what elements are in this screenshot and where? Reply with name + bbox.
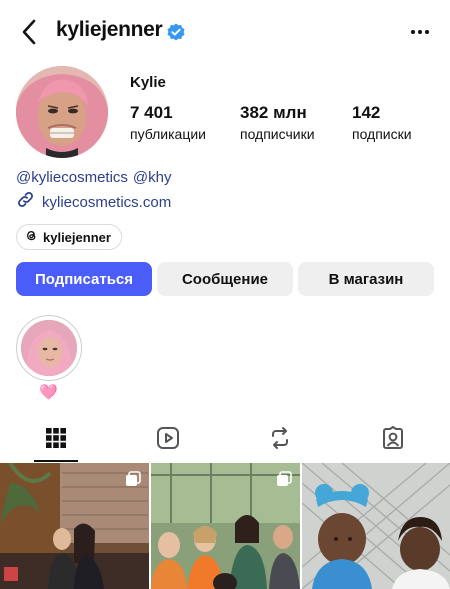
tab-reposts[interactable] (224, 418, 336, 462)
carousel-icon (125, 471, 141, 487)
stat-posts-value: 7 401 (130, 103, 173, 122)
verified-badge-icon (166, 22, 186, 42)
threads-profile-badge[interactable]: kyliejenner (16, 224, 122, 250)
follow-button[interactable]: Подписаться (16, 262, 152, 296)
bio-mention-link[interactable]: @khy (133, 169, 172, 186)
tagged-icon (381, 425, 405, 455)
stat-following-value: 142 (352, 103, 381, 122)
tab-reels[interactable] (112, 418, 224, 462)
post-thumbnail[interactable] (151, 463, 300, 589)
stat-followers-value: 382 млн (240, 103, 307, 122)
post-thumbnail[interactable] (0, 463, 149, 589)
more-horizontal-icon[interactable] (408, 20, 432, 44)
chevron-left-icon[interactable] (18, 18, 42, 46)
threads-icon (25, 229, 38, 245)
story-highlight[interactable] (16, 315, 82, 381)
bio-mentions: @kyliecosmetics @khy (16, 169, 177, 186)
profile-avatar[interactable] (16, 66, 108, 158)
stat-followers[interactable]: 382 млн подписчики (240, 103, 315, 142)
tab-tagged[interactable] (337, 418, 449, 462)
grid-icon (45, 427, 67, 454)
message-button[interactable]: Сообщение (157, 262, 293, 296)
profile-display-name: Kylie (130, 74, 166, 91)
carousel-icon (276, 471, 292, 487)
stat-posts[interactable]: 7 401 публикации (130, 103, 206, 142)
highlight-cover (21, 320, 77, 376)
post-thumbnail[interactable] (302, 463, 450, 589)
stat-following[interactable]: 142 подписки (352, 103, 412, 142)
active-tab-indicator (34, 460, 78, 462)
bio-mention-link[interactable]: @kyliecosmetics (16, 169, 128, 186)
posts-grid (0, 463, 450, 589)
bio-external-link[interactable]: kyliecosmetics.com (16, 192, 171, 212)
shop-button[interactable]: В магазин (298, 262, 434, 296)
threads-handle: kyliejenner (43, 229, 111, 245)
stat-followers-label: подписчики (240, 126, 315, 142)
reposts-icon (268, 426, 292, 455)
reels-icon (156, 426, 180, 455)
stat-following-label: подписки (352, 126, 412, 142)
profile-tabs (0, 418, 450, 464)
highlight-label: 🩷 (39, 384, 58, 401)
profile-username: kyliejenner (56, 18, 163, 41)
tab-posts-grid[interactable] (0, 418, 112, 462)
link-icon (16, 190, 35, 214)
stat-posts-label: публикации (130, 126, 206, 142)
bio-link-text: kyliecosmetics.com (42, 193, 172, 211)
top-bar: kyliejenner (0, 0, 450, 62)
